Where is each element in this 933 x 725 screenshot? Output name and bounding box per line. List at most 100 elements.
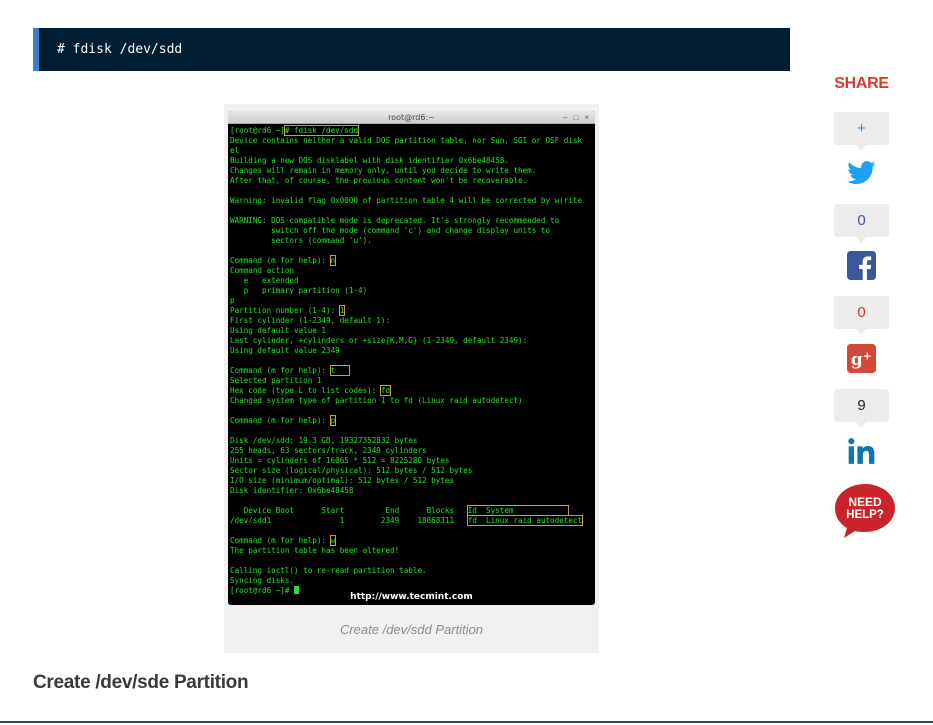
terminal-line: Command (m for help): t [230, 365, 593, 376]
terminal-text: Disk identifier: 0x6be48458 [230, 486, 354, 495]
figure: root@rd6:~ – □ × [root@rd6 ~]# fdisk /de… [224, 104, 599, 653]
terminal-text: Command action [230, 266, 295, 275]
terminal-line: Syncing disks. [230, 576, 593, 586]
terminal-line: Warning: invalid flag 0x0000 of partitio… [230, 196, 593, 206]
terminal-text: Using default value 1 [230, 326, 327, 335]
close-icon: × [584, 112, 589, 122]
highlighted-input: fd [379, 385, 392, 396]
code-command: # fdisk /dev/sdd [57, 42, 183, 57]
terminal-line: Building a new DOS disklabel with disk i… [230, 156, 593, 166]
terminal-line: /dev/sdd1 1 2349 18868311 fd Linux raid … [230, 515, 593, 526]
terminal-text: Selected partition 1 [230, 376, 322, 385]
terminal-text: /dev/sdd1 1 2349 18868311 [230, 516, 468, 525]
terminal-text: sectors (command 'u'). [230, 236, 372, 245]
google-plus-share-count[interactable]: 9 [834, 389, 889, 428]
highlighted-input: Id System [466, 505, 570, 516]
google-plus-icon[interactable]: g + [847, 344, 876, 373]
facebook-share-count[interactable]: 0 [834, 296, 889, 335]
terminal-text: Command (m for help): [230, 366, 331, 375]
terminal-text: 255 heads, 63 sectors/track, 2349 cylind… [230, 446, 427, 455]
terminal-screenshot[interactable]: root@rd6:~ – □ × [root@rd6 ~]# fdisk /de… [228, 111, 595, 605]
need-help-line1: NEED [848, 495, 882, 509]
terminal-line: 255 heads, 63 sectors/track, 2349 cylind… [230, 446, 593, 456]
figure-caption: Create /dev/sdd Partition [339, 622, 484, 637]
terminal-text: switch off the mode (command 'c') and ch… [230, 226, 551, 235]
twitter-icon[interactable] [846, 158, 877, 189]
highlighted-input: t [329, 365, 350, 376]
terminal-text: Command (m for help): [230, 416, 331, 425]
terminal-line: Command (m for help): w [230, 535, 593, 546]
terminal-line: Changes will remain in memory only, unti… [230, 166, 593, 176]
terminal-line: WARNING: DOS-compatible mode is deprecat… [230, 216, 593, 226]
terminal-line: sectors (command 'u'). [230, 236, 593, 246]
terminal-line: switch off the mode (command 'c') and ch… [230, 226, 593, 236]
share-plus-button[interactable]: + [834, 112, 889, 151]
terminal-text: Changed system type of partition 1 to fd… [230, 396, 523, 405]
terminal-text: Last cylinder, +cylinders or +size{K,M,G… [230, 336, 528, 345]
linkedin-icon[interactable] [847, 437, 876, 465]
share-title: SHARE [834, 75, 889, 92]
terminal-line: Partition number (1-4): 1 [230, 305, 593, 316]
highlighted-input: fd Linux raid autodetect [466, 515, 584, 526]
highlighted-input: p [329, 415, 337, 426]
terminal-line: Command action [230, 266, 593, 276]
need-help-button[interactable]: NEED HELP? [833, 482, 897, 540]
terminal-line: Changed system type of partition 1 to fd… [230, 396, 593, 406]
terminal-text: [root@rd6 ~] [230, 126, 285, 135]
divider [0, 721, 933, 723]
terminal-output: [root@rd6 ~]# fdisk /dev/sdd Device conta… [228, 124, 595, 604]
terminal-line: Sector size (logical/physical): 512 byte… [230, 466, 593, 476]
google-plus-count-label: 9 [857, 397, 866, 414]
terminal-title: root@rd6:~ [388, 112, 435, 122]
terminal-text: Using default value 2349 [230, 346, 340, 355]
code-block: # fdisk /dev/sdd [33, 28, 790, 71]
terminal-text: Disk /dev/sdd: 19.3 GB, 19327352832 byte… [230, 436, 418, 445]
terminal-text: Command (m for help): [230, 536, 331, 545]
terminal-line: Using default value 2349 [230, 346, 593, 356]
terminal-line: First cylinder (1-2349, default 1): [230, 316, 593, 326]
terminal-line: p [230, 296, 593, 306]
terminal-line: Selected partition 1 [230, 376, 593, 386]
highlighted-input: 1 [338, 305, 346, 316]
section-heading: Create /dev/sde Partition [33, 672, 249, 693]
terminal-line: Disk identifier: 0x6be48458 [230, 486, 593, 496]
terminal-text: Warning: invalid flag 0x0000 of partitio… [230, 196, 583, 205]
terminal-line: [root@rd6 ~]# fdisk /dev/sdd [230, 125, 593, 136]
terminal-text: Calling ioctl() to re-read partition tab… [230, 566, 427, 575]
terminal-line: Device contains neither a valid DOS part… [230, 136, 593, 146]
terminal-text: Partition number (1-4): [230, 306, 340, 315]
facebook-icon[interactable] [847, 251, 876, 280]
terminal-line: After that, of course, the previous cont… [230, 176, 593, 186]
terminal-line: Units = cylinders of 16065 * 512 = 82252… [230, 456, 593, 466]
facebook-count-label: 0 [857, 304, 866, 321]
twitter-share-count[interactable]: 0 [834, 204, 889, 243]
svg-text:+: + [863, 350, 872, 363]
terminal-text: The partition table has been altered! [230, 546, 400, 555]
terminal-text: I/O size (minimum/optimal): 512 bytes / … [230, 476, 455, 485]
terminal-text: First cylinder (1-2349, default 1): [230, 316, 391, 325]
terminal-line: Command (m for help): n [230, 255, 593, 266]
highlighted-input: # fdisk /dev/sdd [283, 125, 360, 136]
terminal-text: e extended [230, 276, 299, 285]
terminal-text: Device contains neither a valid DOS part… [230, 136, 583, 145]
watermark: http://www.tecmint.com [350, 592, 473, 602]
svg-text:g: g [851, 349, 863, 369]
terminal-text: Changes will remain in memory only, unti… [230, 166, 537, 175]
twitter-count-label: 0 [857, 212, 866, 229]
terminal-line: Command (m for help): p [230, 415, 593, 426]
terminal-line: The partition table has been altered! [230, 546, 593, 556]
terminal-text: p [230, 296, 235, 305]
terminal-line: el [230, 146, 593, 156]
terminal-text: Device Boot Start End Blocks [230, 506, 468, 515]
terminal-line: Last cylinder, +cylinders or +size{K,M,G… [230, 336, 593, 346]
terminal-text: p primary partition (1-4) [230, 286, 368, 295]
terminal-line: I/O size (minimum/optimal): 512 bytes / … [230, 476, 593, 486]
highlighted-input: w [329, 535, 337, 546]
